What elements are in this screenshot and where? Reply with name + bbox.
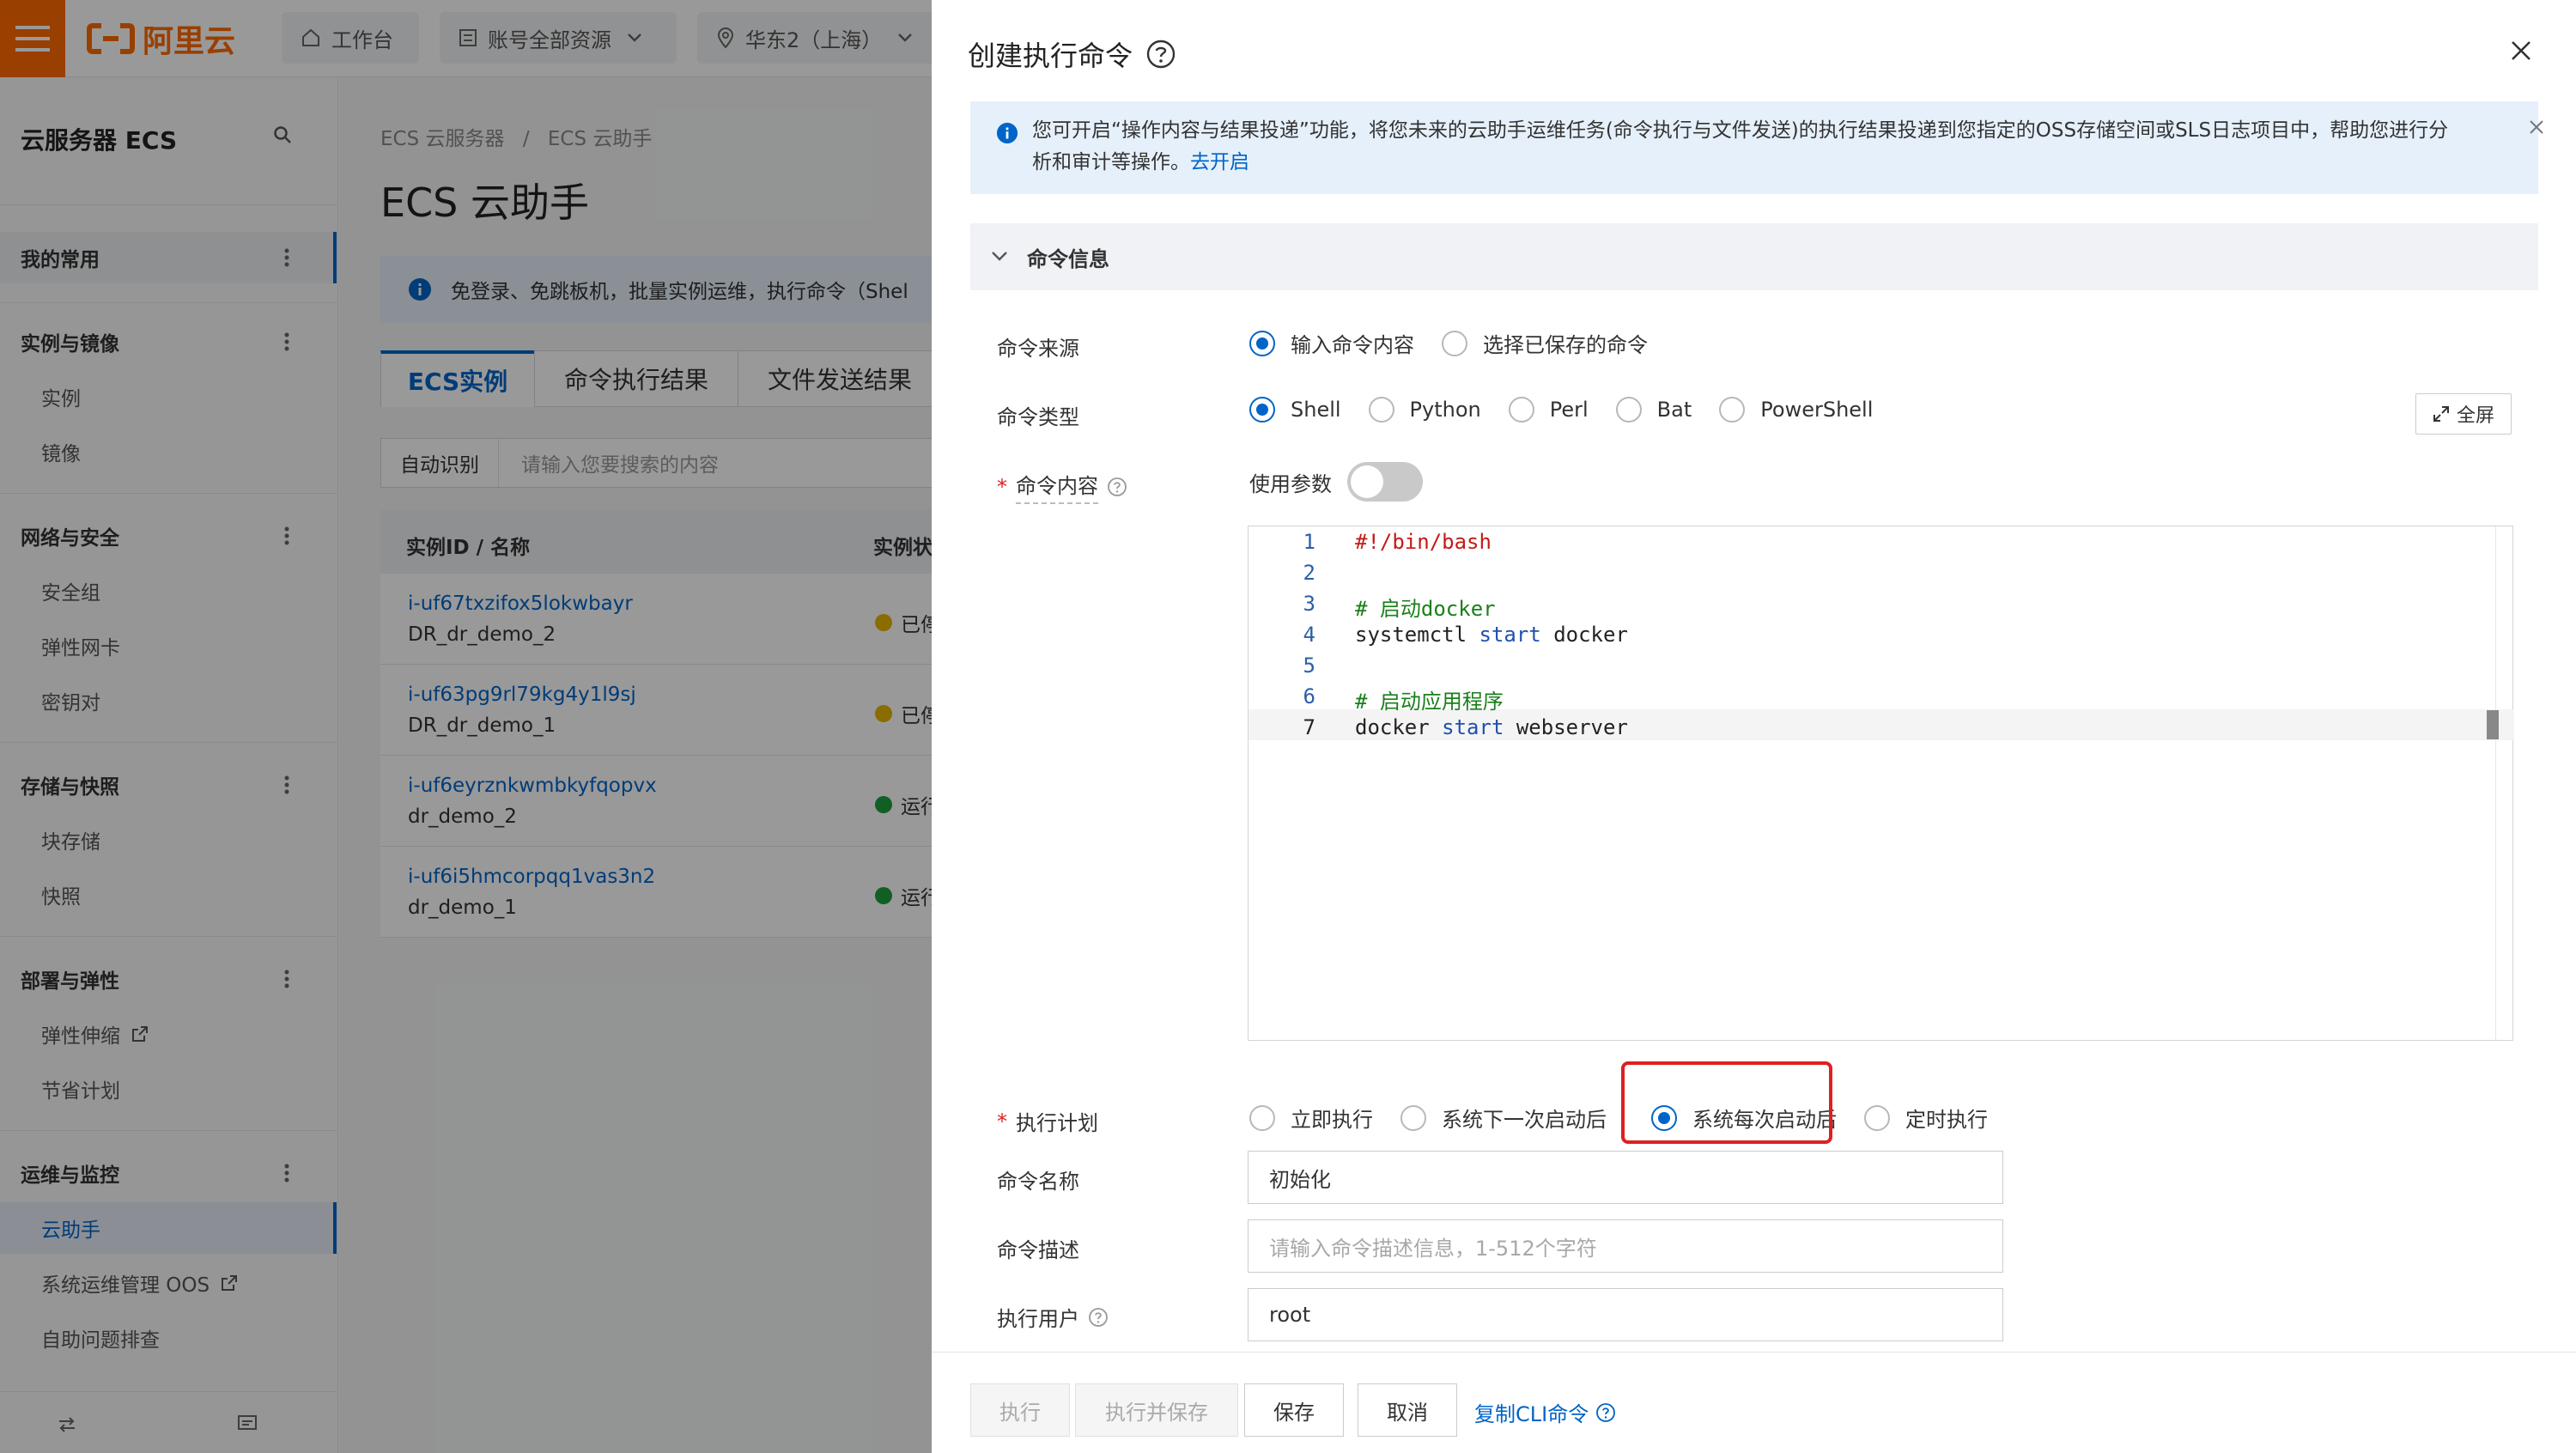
radio-label: Perl [1549, 398, 1589, 422]
run-and-save-button[interactable]: 执行并保存 [1075, 1383, 1238, 1437]
command-type-label: 命令类型 [997, 405, 1079, 429]
code-token: systemctl [1355, 623, 1479, 647]
command-code-editor[interactable]: 1 2 3 4 5 6 7 #!/bin/bash # 启动docker sys… [1248, 526, 2514, 1041]
run-button[interactable]: 执行 [970, 1383, 1070, 1437]
required-asterisk: * [997, 1109, 1007, 1134]
save-button[interactable]: 保存 [1244, 1383, 1344, 1437]
radio-circle [1249, 397, 1275, 423]
line-number: 3 [1303, 592, 1315, 616]
radio-circle [1719, 397, 1746, 423]
radio-circle [1864, 1104, 1890, 1131]
editor-scroll-track [2495, 526, 2496, 1040]
line-number: 2 [1303, 561, 1315, 585]
command-info-section-header[interactable]: 命令信息 [970, 223, 2538, 290]
radio-bat[interactable]: Bat [1615, 397, 1692, 423]
use-params-toggle[interactable] [1347, 462, 1423, 502]
radio-label: Shell [1291, 398, 1341, 422]
radio-circle [1615, 397, 1642, 423]
line-number: 5 [1303, 654, 1315, 678]
radio-circle [1400, 1104, 1426, 1131]
radio-label: PowerShell [1760, 398, 1874, 422]
code-line: systemctl start docker [1355, 623, 1628, 647]
info-icon [996, 122, 1018, 144]
drawer-title: 创建执行命令 [968, 34, 1176, 74]
help-icon[interactable] [1088, 1307, 1109, 1328]
command-name-input[interactable]: 初始化 [1248, 1151, 2003, 1204]
radio-scheduled[interactable]: 定时执行 [1864, 1103, 1988, 1133]
field-label-text: 执行用户 [997, 1307, 1079, 1331]
command-source-label: 命令来源 [997, 337, 1079, 361]
copy-cli-label: 复制CLI命令 [1474, 1402, 1589, 1426]
cancel-button[interactable]: 取消 [1358, 1383, 1457, 1437]
code-line: # 启动docker [1355, 597, 1496, 621]
use-params-label: 使用参数 [1249, 472, 1332, 496]
code-token: start [1442, 715, 1516, 739]
expand-icon [2433, 406, 2449, 422]
code-line: # 启动应用程序 [1355, 690, 1504, 714]
command-desc-label: 命令描述 [997, 1238, 1079, 1262]
fullscreen-label: 全屏 [2456, 405, 2494, 427]
radio-label: 定时执行 [1905, 1108, 1988, 1132]
close-icon[interactable] [2528, 119, 2545, 136]
section-title: 命令信息 [1027, 246, 1109, 271]
command-source-radio-group: 输入命令内容 选择已保存的命令 [1249, 328, 1689, 358]
create-command-drawer: 创建执行命令 您可开启“操作内容与结果投递”功能，将您未来的云助手运维任务(命令… [932, 0, 2576, 1453]
toggle-knob [1351, 465, 1383, 498]
delivery-info-banner: 您可开启“操作内容与结果投递”功能，将您未来的云助手运维任务(命令执行与文件发送… [970, 101, 2543, 194]
execution-plan-label: * 执行计划 [997, 1106, 1098, 1136]
code-line: #!/bin/bash [1355, 530, 1492, 554]
exec-user-input[interactable]: root [1248, 1288, 2003, 1341]
radio-run-now[interactable]: 立即执行 [1249, 1103, 1373, 1133]
chevron-down-icon [992, 252, 1007, 261]
radio-label: 输入命令内容 [1291, 333, 1414, 357]
copy-cli-link[interactable]: 复制CLI命令 [1474, 1397, 1616, 1427]
editor-scrollbar[interactable] [2487, 710, 2499, 739]
code-token: webserver [1516, 715, 1628, 739]
code-line: docker start webserver [1355, 715, 1628, 739]
radio-powershell[interactable]: PowerShell [1719, 397, 1873, 423]
line-number: 4 [1303, 623, 1315, 647]
command-name-label: 命令名称 [997, 1170, 1079, 1194]
radio-perl[interactable]: Perl [1508, 397, 1589, 423]
radio-circle [1442, 330, 1467, 356]
exec-user-label: 执行用户 [997, 1302, 1109, 1332]
radio-label: 选择已保存的命令 [1483, 333, 1648, 357]
enable-delivery-link[interactable]: 去开启 [1190, 151, 1249, 173]
line-number: 1 [1303, 530, 1315, 554]
radio-shell[interactable]: Shell [1249, 397, 1341, 423]
modal-overlay[interactable] [0, 0, 932, 1453]
drawer-title-text: 创建执行命令 [968, 40, 1133, 72]
radio-label: 系统下一次启动后 [1442, 1108, 1607, 1132]
help-icon[interactable] [1595, 1402, 1616, 1423]
command-content-label: * 命令内容 [997, 469, 1127, 504]
radio-saved-command[interactable]: 选择已保存的命令 [1442, 328, 1648, 358]
line-number: 6 [1303, 684, 1315, 708]
close-icon[interactable] [2510, 40, 2532, 62]
radio-label: Bat [1656, 398, 1692, 422]
command-type-radio-group: Shell Python Perl Bat PowerShell [1249, 397, 1914, 423]
radio-label: Python [1409, 398, 1481, 422]
command-desc-input[interactable]: 请输入命令描述信息，1-512个字符 [1248, 1219, 2003, 1273]
radio-circle [1368, 397, 1394, 423]
radio-circle [1249, 1104, 1275, 1131]
radio-label: 立即执行 [1291, 1108, 1373, 1132]
radio-circle [1508, 397, 1534, 423]
help-icon[interactable] [1146, 40, 1176, 69]
radio-circle [1249, 330, 1275, 356]
field-label-text: 执行计划 [1016, 1111, 1098, 1135]
code-token: docker [1553, 623, 1628, 647]
radio-python[interactable]: Python [1368, 397, 1481, 423]
highlight-box [1621, 1061, 1832, 1144]
radio-input-command[interactable]: 输入命令内容 [1249, 328, 1414, 358]
line-number: 7 [1303, 715, 1315, 739]
code-token: docker [1355, 715, 1443, 739]
fullscreen-button[interactable]: 全屏 [2415, 393, 2512, 435]
code-token: start [1479, 623, 1554, 647]
radio-next-boot[interactable]: 系统下一次启动后 [1400, 1103, 1607, 1133]
required-asterisk: * [997, 474, 1007, 499]
help-icon[interactable] [1107, 477, 1127, 497]
drawer-footer: 执行 执行并保存 保存 取消 复制CLI命令 [932, 1352, 2576, 1453]
field-label-text: 命令内容 [1016, 469, 1098, 504]
